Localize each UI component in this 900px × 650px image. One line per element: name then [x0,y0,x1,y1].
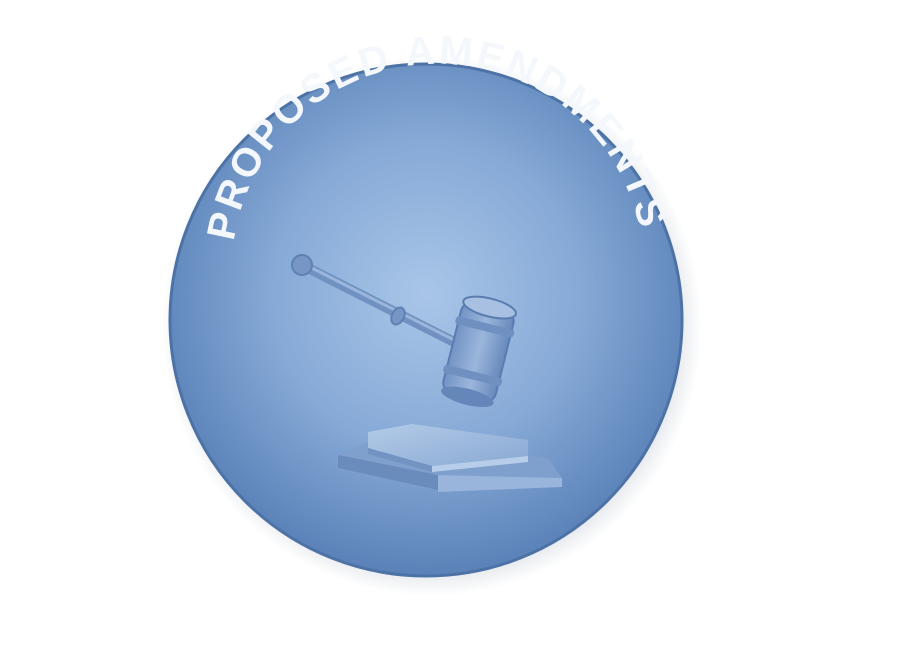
proposed-amendments-badge: PROPOSED AMENDMENTS [162,28,702,596]
badge-canvas: PROPOSED AMENDMENTS [0,0,900,650]
